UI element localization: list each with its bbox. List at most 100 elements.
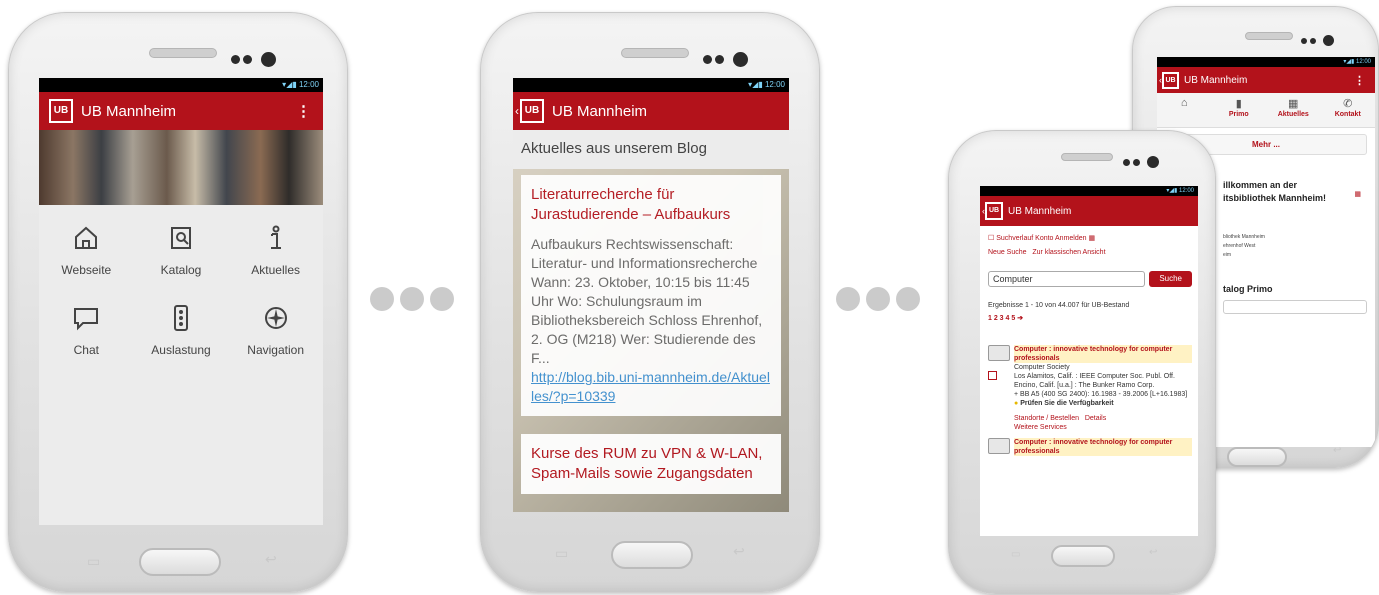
catalog-heading: talog Primo <box>1223 284 1273 294</box>
blog-post-title[interactable]: Literaturrecherche für Jurastudierende –… <box>531 185 771 225</box>
phone-mockup-home: ▾◢▮ 12:00 UB UB Mannheim ⋮ Webseite Kata… <box>8 12 348 592</box>
link-details[interactable]: Details <box>1085 415 1106 422</box>
wifi-signal-battery-icon: ▾◢▮ <box>1343 59 1356 65</box>
tab-aktuelles[interactable]: ▦ Aktuelles <box>1266 93 1321 127</box>
search-button[interactable]: Suche <box>1149 271 1192 287</box>
status-bar: ▾◢▮ 12:00 <box>39 78 323 92</box>
blog-post-link[interactable]: http://blog.bib.uni-mannheim.de/Aktuelle… <box>531 368 771 406</box>
select-checkbox[interactable] <box>988 371 997 380</box>
home-key[interactable] <box>139 548 221 576</box>
front-camera <box>1310 38 1316 44</box>
ub-logo[interactable]: UB <box>49 99 73 123</box>
info-icon <box>270 225 281 249</box>
tile-chat[interactable]: Chat <box>39 303 134 357</box>
app-bar: ‹ UB UB Mannheim <box>513 92 789 130</box>
phone-screen: ▾◢▮ 12:00 UB UB Mannheim ⋮ Webseite Kata… <box>39 78 323 525</box>
nav-anmelden[interactable]: Anmelden <box>1055 235 1087 242</box>
result-title[interactable]: Computer : innovative technology for com… <box>1014 438 1192 456</box>
ub-logo[interactable]: UB <box>1162 71 1179 89</box>
home-key[interactable] <box>1227 447 1287 467</box>
front-camera <box>1133 159 1140 166</box>
quick-tabs: ⌂ ▮ Primo ▦ Aktuelles ✆ Kontakt <box>1157 93 1375 128</box>
ub-logo[interactable]: UB <box>520 99 544 123</box>
front-camera <box>715 55 724 64</box>
blog-section-title: Aktuelles aus unserem Blog <box>513 130 789 169</box>
search-input[interactable]: Computer <box>988 271 1146 287</box>
link-klassische-ansicht[interactable]: Zur klassischen Ansicht <box>1032 249 1105 256</box>
home-key[interactable] <box>611 541 693 569</box>
blog-post-card[interactable]: Literaturrecherche für Jurastudierende –… <box>521 175 781 416</box>
front-camera <box>243 55 252 64</box>
link-weitere-services[interactable]: Weitere Services <box>1014 424 1067 431</box>
overflow-menu-icon[interactable]: ⋮ <box>296 102 311 120</box>
sub-nav: Neue Suche Zur klassischen Ansicht <box>988 248 1192 257</box>
app-bar: UB UB Mannheim ⋮ <box>39 92 323 130</box>
ub-logo[interactable]: UB <box>985 202 1003 220</box>
pagination[interactable]: 1 2 3 4 5 ➔ <box>988 314 1192 323</box>
traffic-light-icon <box>173 305 188 331</box>
flag-icon: ▦ <box>1354 191 1361 198</box>
wifi-signal-battery-icon: ▾◢▮ <box>748 80 765 89</box>
ellipsis-dots-icon <box>836 287 920 311</box>
menu-key-icon[interactable]: ▭ <box>87 553 100 570</box>
result-call-number: + BB A5 (400 SG 2400): 16.1983 - 39.2006… <box>1014 391 1188 398</box>
phone-mockup-catalog: ▾◢▮ 12:00 ‹ UB UB Mannheim ☐ Suchverlauf… <box>948 130 1216 594</box>
blog-post-excerpt: Aufbaukurs Rechtswissenschaft: Literatur… <box>531 236 763 366</box>
flag-icon: ▦ <box>1088 235 1096 242</box>
result-title[interactable]: Computer : innovative technology for com… <box>1014 345 1192 363</box>
back-chevron-icon[interactable]: ‹ <box>515 104 519 118</box>
menu-key-icon[interactable]: ▭ <box>555 545 568 562</box>
tile-auslastung[interactable]: Auslastung <box>134 303 229 357</box>
book-icon: ▮ <box>1235 98 1242 110</box>
phone-icon: ✆ <box>1343 98 1353 110</box>
front-camera <box>261 52 276 67</box>
result-publisher: Los Alamitos, Calif. : IEEE Computer Soc… <box>1014 373 1175 389</box>
app-title: UB Mannheim <box>1184 74 1248 86</box>
status-bar: ▾◢▮ 12:00 <box>1157 57 1375 67</box>
home-icon <box>75 226 98 249</box>
catalog-search-box[interactable] <box>1223 300 1367 314</box>
wifi-signal-battery-icon: ▾◢▮ <box>1166 188 1179 194</box>
speaker-grille <box>149 48 217 58</box>
nav-konto[interactable]: Konto <box>1035 235 1053 242</box>
calendar-icon: ▦ <box>1288 98 1299 110</box>
phone-screen: ▾◢▮ 12:00 ‹ UB UB Mannheim ☐ Suchverlauf… <box>980 186 1198 536</box>
menu-key-icon[interactable]: ▭ <box>1011 549 1020 560</box>
cd-rom-icon <box>988 438 1010 454</box>
availability-check[interactable]: ● Prüfen Sie die Verfügbarkeit <box>1014 399 1192 408</box>
overflow-menu-icon[interactable]: ⋮ <box>1354 74 1365 87</box>
status-time: 12:00 <box>298 80 319 89</box>
library-banner-image <box>39 130 323 205</box>
nav-suchverlauf[interactable]: Suchverlauf <box>996 235 1033 242</box>
back-key-icon[interactable]: ↩ <box>733 543 745 560</box>
tile-label: Auslastung <box>151 343 211 357</box>
checkbox-icon: ☐ <box>988 235 997 242</box>
blog-post-card[interactable]: Kurse des RUM zu VPN & W-LAN, Spam-Mails… <box>521 434 781 494</box>
address-block: bliothek Mannheim ehrenhof West eim <box>1223 234 1265 258</box>
link-standorte[interactable]: Standorte / Bestellen <box>1014 415 1079 422</box>
tile-label: Navigation <box>247 343 304 357</box>
tile-navigation[interactable]: Navigation <box>228 303 323 357</box>
tab-home[interactable]: ⌂ <box>1157 93 1212 127</box>
catalog-search-icon <box>170 227 191 249</box>
back-key-icon[interactable]: ↩ <box>1149 547 1157 558</box>
tile-katalog[interactable]: Katalog <box>134 223 229 277</box>
tile-label: Chat <box>73 343 99 357</box>
result-item[interactable]: Computer : innovative technology for com… <box>988 438 1192 456</box>
tab-primo[interactable]: ▮ Primo <box>1212 93 1267 127</box>
home-key[interactable] <box>1051 545 1115 567</box>
result-item[interactable]: Computer : innovative technology for com… <box>988 345 1192 432</box>
back-key-icon[interactable]: ↩ <box>265 551 277 568</box>
link-neue-suche[interactable]: Neue Suche <box>988 249 1027 256</box>
wifi-signal-battery-icon: ▾◢▮ <box>282 80 299 89</box>
blog-post-title[interactable]: Kurse des RUM zu VPN & W-LAN, Spam-Mails… <box>531 444 771 484</box>
front-camera <box>231 55 240 64</box>
app-title: UB Mannheim <box>81 102 177 120</box>
front-camera <box>1323 35 1334 46</box>
tile-webseite[interactable]: Webseite <box>39 223 134 277</box>
tab-kontakt[interactable]: ✆ Kontakt <box>1321 93 1376 127</box>
tile-aktuelles[interactable]: Aktuelles <box>228 223 323 277</box>
back-key-icon[interactable]: ↩ <box>1333 445 1341 456</box>
tile-label: Katalog <box>160 263 202 277</box>
status-bar: ▾◢▮ 12:00 <box>513 78 789 92</box>
